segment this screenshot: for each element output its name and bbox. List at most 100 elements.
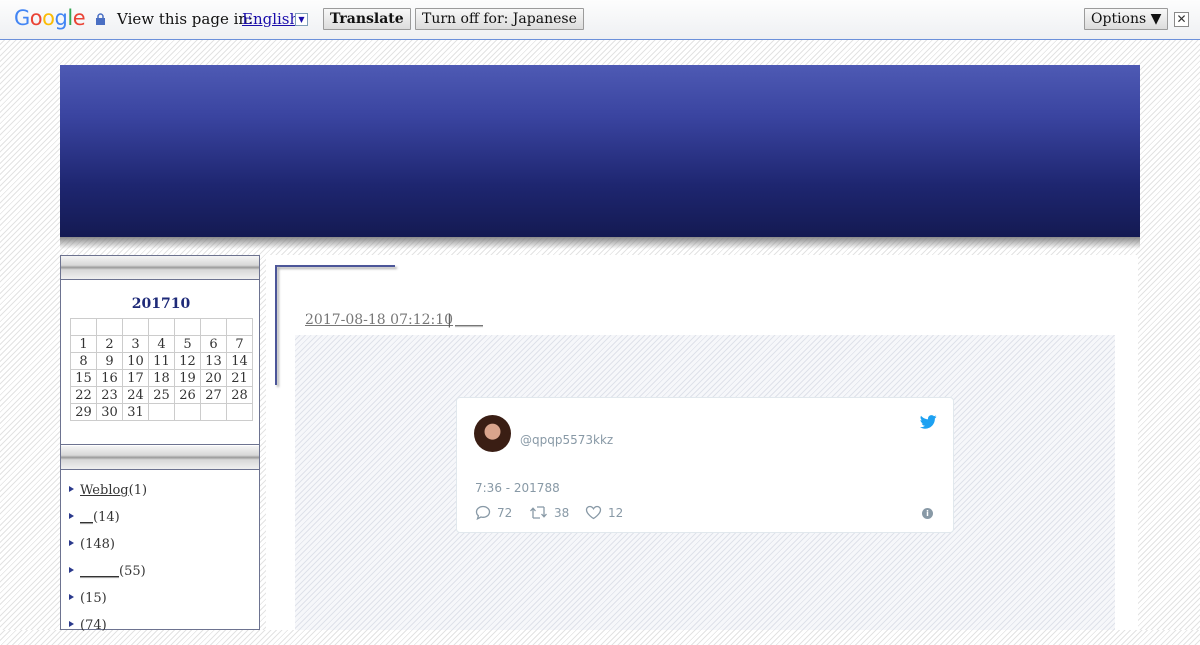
calendar-day bbox=[200, 403, 227, 421]
calendar-day: 2 bbox=[96, 335, 123, 353]
category-item[interactable]: Weblog(1) bbox=[69, 483, 147, 510]
reply-icon bbox=[475, 505, 491, 520]
bullet-icon bbox=[69, 540, 74, 546]
lock-icon bbox=[96, 13, 105, 25]
category-count: (148) bbox=[80, 537, 115, 552]
calendar-day: 4 bbox=[148, 335, 175, 353]
calendar-week: 1234567 bbox=[70, 335, 253, 353]
sidebar: 201710 1 2 3 4 5 6 7 8 9 10 11 12 13 14 15 16 17 18 19 20 21… bbox=[60, 255, 260, 633]
calendar-day: 28 bbox=[226, 386, 253, 404]
calendar-week: 29 30 31 bbox=[70, 403, 253, 421]
calendar-day: 29 bbox=[70, 403, 97, 421]
calendar-day: 10 bbox=[122, 352, 149, 370]
category-link[interactable]: __ bbox=[80, 510, 93, 525]
calendar-day bbox=[122, 318, 149, 336]
retweet-count: 38 bbox=[554, 505, 570, 520]
calendar-week: 22 23 24 25 26 27 28 bbox=[70, 386, 253, 404]
category-count: (55) bbox=[119, 564, 146, 579]
category-item[interactable]: __(14) bbox=[69, 510, 147, 537]
category-item[interactable]: (74) bbox=[69, 618, 147, 645]
calendar-day: 19 bbox=[174, 369, 201, 387]
calendar-day bbox=[70, 318, 97, 336]
calendar-day: 15 bbox=[70, 369, 97, 387]
calendar-table: 1 2 3 4 5 6 7 8 9 10 11 12 13 14 15 16 17 18 19 20 21 22 23 24 2… bbox=[70, 318, 253, 421]
bullet-icon bbox=[69, 567, 74, 573]
category-count: (1) bbox=[128, 483, 148, 498]
entry-date-link[interactable]: 2017-08-18 07:12:10 bbox=[305, 312, 453, 328]
calendar-day bbox=[174, 403, 201, 421]
twitter-bird-icon[interactable] bbox=[920, 415, 937, 429]
calendar-day: 18 bbox=[148, 369, 175, 387]
category-item[interactable]: ______(55) bbox=[69, 564, 147, 591]
language-link[interactable]: English bbox=[242, 10, 299, 28]
calendar-day bbox=[226, 318, 253, 336]
bullet-icon bbox=[69, 513, 74, 519]
calendar-title: 201710 bbox=[131, 296, 191, 312]
category-link[interactable]: ______ bbox=[80, 564, 119, 579]
category-list: Weblog(1) __(14) (148) ______(55) (15) (74) bbox=[69, 483, 147, 645]
close-icon[interactable]: ✕ bbox=[1174, 12, 1189, 27]
calendar-day: 25 bbox=[148, 386, 175, 404]
calendar-day: 1 bbox=[70, 335, 97, 353]
calendar-day: 31 bbox=[122, 403, 149, 421]
dropdown-arrow-icon[interactable]: ▼ bbox=[295, 13, 308, 26]
info-icon[interactable]: i bbox=[922, 508, 933, 519]
calendar-day bbox=[174, 318, 201, 336]
calendar-day: 13 bbox=[200, 352, 227, 370]
header-banner bbox=[60, 65, 1140, 237]
calendar-day: 9 bbox=[96, 352, 123, 370]
translate-bar: Google View this page in: English ▼ Tran… bbox=[0, 0, 1200, 40]
like-action[interactable]: 12 bbox=[585, 505, 623, 520]
calendar-day: 16 bbox=[96, 369, 123, 387]
calendar-day bbox=[148, 318, 175, 336]
calendar-day bbox=[96, 318, 123, 336]
calendar-day: 7 bbox=[226, 335, 253, 353]
tweet-timestamp[interactable]: 7:36 - 201788 bbox=[475, 481, 560, 495]
calendar-day: 30 bbox=[96, 403, 123, 421]
calendar-day: 24 bbox=[122, 386, 149, 404]
translate-button[interactable]: Translate bbox=[323, 8, 411, 30]
calendar-day: 5 bbox=[174, 335, 201, 353]
calendar-week: 15 16 17 18 19 20 21 bbox=[70, 369, 253, 387]
retweet-icon bbox=[530, 506, 547, 519]
calendar-week: 8 9 10 11 12 13 14 bbox=[70, 352, 253, 370]
retweet-action[interactable]: 38 bbox=[529, 505, 569, 520]
avatar[interactable] bbox=[474, 415, 511, 452]
like-icon bbox=[585, 505, 602, 520]
bullet-icon bbox=[69, 486, 74, 492]
calendar-day bbox=[226, 403, 253, 421]
calendar-day: 26 bbox=[174, 386, 201, 404]
calendar-day: 14 bbox=[226, 352, 253, 370]
corner-decoration bbox=[275, 265, 277, 385]
category-count: (74) bbox=[80, 618, 107, 633]
calendar-day: 6 bbox=[200, 335, 227, 353]
bullet-icon bbox=[69, 594, 74, 600]
tweet-handle[interactable]: @qpqp5573kkz bbox=[520, 433, 613, 447]
reply-action[interactable]: 72 bbox=[475, 505, 512, 520]
turn-off-button[interactable]: Turn off for: Japanese bbox=[415, 8, 584, 30]
corner-decoration bbox=[275, 265, 395, 267]
options-button[interactable]: Options ▼ bbox=[1084, 8, 1169, 30]
entry-separator: | bbox=[447, 312, 452, 328]
bullet-icon bbox=[69, 621, 74, 627]
sidebar-heading-categories bbox=[61, 446, 259, 470]
entry-category-link[interactable]: ____ bbox=[455, 312, 483, 328]
calendar-day: 27 bbox=[200, 386, 227, 404]
calendar-day bbox=[200, 318, 227, 336]
category-count: (14) bbox=[93, 510, 120, 525]
category-item[interactable]: (15) bbox=[69, 591, 147, 618]
calendar-day: 17 bbox=[122, 369, 149, 387]
reply-count: 72 bbox=[497, 505, 513, 520]
translate-prompt: View this page in: bbox=[117, 10, 254, 28]
calendar-week bbox=[70, 318, 253, 336]
category-item[interactable]: (148) bbox=[69, 537, 147, 564]
sidebar-heading-calendar bbox=[61, 256, 259, 280]
calendar-day: 20 bbox=[200, 369, 227, 387]
google-logo: Google bbox=[14, 6, 86, 30]
calendar-day: 8 bbox=[70, 352, 97, 370]
category-link[interactable]: Weblog bbox=[80, 483, 129, 498]
tweet-card[interactable]: @qpqp5573kkz 7:36 - 201788 72 38 12 i bbox=[456, 397, 954, 533]
divider bbox=[61, 444, 259, 445]
banner-shadow bbox=[60, 237, 1140, 249]
calendar-day: 3 bbox=[122, 335, 149, 353]
